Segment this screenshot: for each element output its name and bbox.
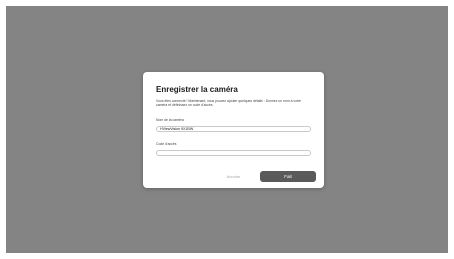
dialog-description: Vous êtes connecté ! Maintenant, vous po… — [156, 99, 301, 108]
done-button[interactable]: Fait — [260, 171, 316, 182]
register-camera-dialog: Enregistrer la caméra Vous êtes connecté… — [143, 72, 324, 188]
access-code-input[interactable] — [156, 150, 311, 156]
access-code-label: Code d'accès — [156, 142, 177, 146]
cancel-button[interactable]: Annuler — [223, 173, 244, 180]
dialog-title: Enregistrer la caméra — [156, 85, 238, 94]
camera-name-label: Nom de la caméra — [156, 118, 184, 122]
camera-name-input[interactable]: HViewVision 9X1BW — [156, 126, 311, 132]
